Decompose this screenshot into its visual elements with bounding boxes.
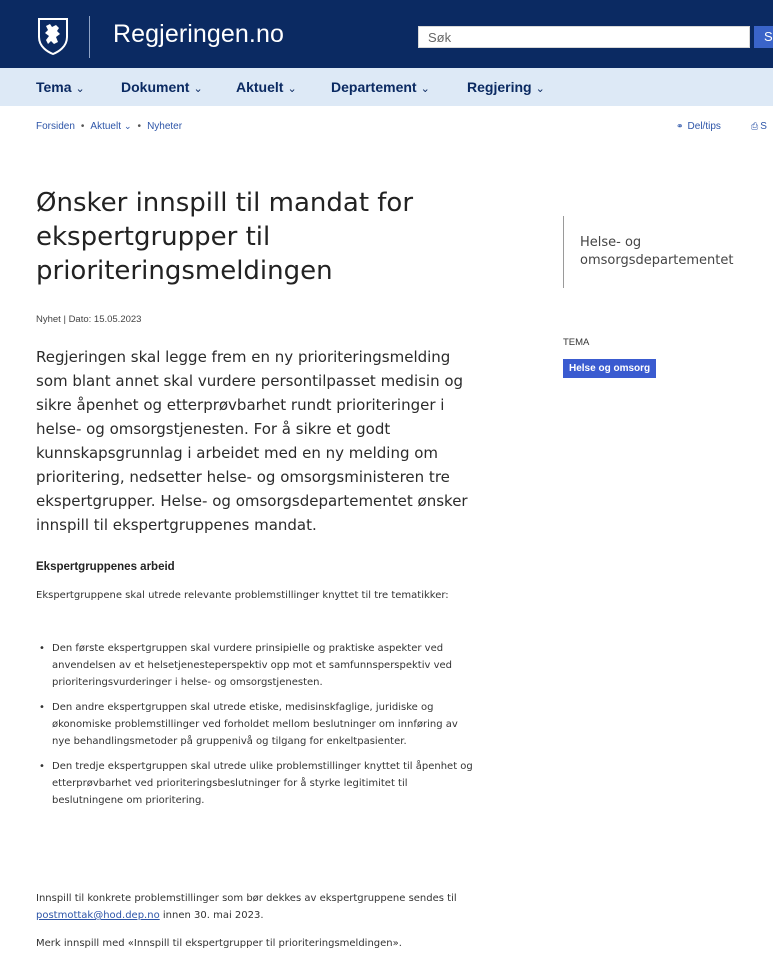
nav-item-label: Regjering [467,79,532,95]
nav-item-dokument[interactable]: Dokument ⌄ [121,79,203,95]
chevron-down-icon: ⌄ [75,83,85,95]
closing-paragraph: Merk innspill med «Innspill til ekspertg… [36,938,402,949]
bullet-icon: • [39,643,45,654]
bullet-icon: • [39,702,45,713]
site-title[interactable]: Regjeringen.no [113,20,284,49]
aside-divider [563,216,564,288]
breadcrumb-home[interactable]: Forsiden [36,121,75,132]
article-meta: Nyhet | Dato: 15.05.2023 [36,314,142,325]
norwegian-lion-crest-icon[interactable] [36,17,70,55]
bullet-icon: • [39,761,45,772]
list-item-text: Den andre ekspertgruppen skal utrede eti… [52,702,458,747]
chevron-down-icon[interactable]: ⌄ [124,121,132,131]
list-item: • Den andre ekspertgruppen skal utrede e… [36,699,476,750]
tema-label: TEMA [563,337,590,348]
breadcrumb-section[interactable]: Aktuelt [90,121,121,132]
expert-group-list: • Den første ekspertgruppen skal vurdere… [36,640,476,817]
nav-item-label: Dokument [121,79,190,95]
chevron-down-icon: ⌄ [287,83,297,95]
list-item-text: Den første ekspertgruppen skal vurdere p… [52,643,453,688]
department-link[interactable]: Helse- og omsorgsdepartementet [580,234,760,270]
header-divider [89,16,90,58]
nav-item-aktuelt[interactable]: Aktuelt ⌄ [236,79,297,95]
nav-item-departement[interactable]: Departement ⌄ [331,79,430,95]
contact-deadline: innen 30. mai 2023. [159,910,264,921]
search-input[interactable]: Søk [418,26,750,48]
page-title: Ønsker innspill til mandat for ekspertgr… [36,188,414,286]
share-label: Del/tips [687,121,721,132]
breadcrumb: Forsiden • Aktuelt ⌄ • Nyheter [36,121,182,132]
section-heading: Ekspertgruppenes arbeid [36,561,175,573]
section-intro: Ekspertgruppene skal utrede relevante pr… [36,590,449,601]
list-item-text: Den tredje ekspertgruppen skal utrede ul… [52,761,473,806]
nav-item-label: Tema [36,79,72,95]
contact-paragraph: Innspill til konkrete problemstillinger … [36,890,468,924]
share-link[interactable]: ⚭ Del/tips [676,121,721,132]
nav-item-label: Aktuelt [236,79,284,95]
breadcrumb-separator: • [137,121,142,132]
print-link[interactable]: ⎙ S [751,121,767,132]
list-item: • Den første ekspertgruppen skal vurdere… [36,640,476,691]
chevron-down-icon: ⌄ [420,83,430,95]
contact-text: Innspill til konkrete problemstillinger … [36,893,457,904]
email-link[interactable]: postmottak@hod.dep.no [36,910,160,921]
chevron-down-icon: ⌄ [193,83,203,95]
nav-item-regjering[interactable]: Regjering ⌄ [467,79,545,95]
share-icon: ⚭ [676,121,684,131]
site-header: Regjeringen.no Søk S [0,0,773,68]
search-button[interactable]: S [754,26,773,48]
list-item: • Den tredje ekspertgruppen skal utrede … [36,758,476,809]
breadcrumb-separator: • [80,121,85,132]
print-label: S [760,121,767,132]
tema-tag[interactable]: Helse og omsorg [563,359,657,378]
print-icon: ⎙ [751,121,759,131]
chevron-down-icon: ⌄ [535,83,545,95]
main-nav: Tema ⌄ Dokument ⌄ Aktuelt ⌄ Departement ⌄ Re… [0,68,773,106]
article-lead: Regjeringen skal legge frem en ny priori… [36,348,468,534]
nav-item-tema[interactable]: Tema ⌄ [36,79,85,95]
breadcrumb-current[interactable]: Nyheter [147,121,182,132]
nav-item-label: Departement [331,79,417,95]
